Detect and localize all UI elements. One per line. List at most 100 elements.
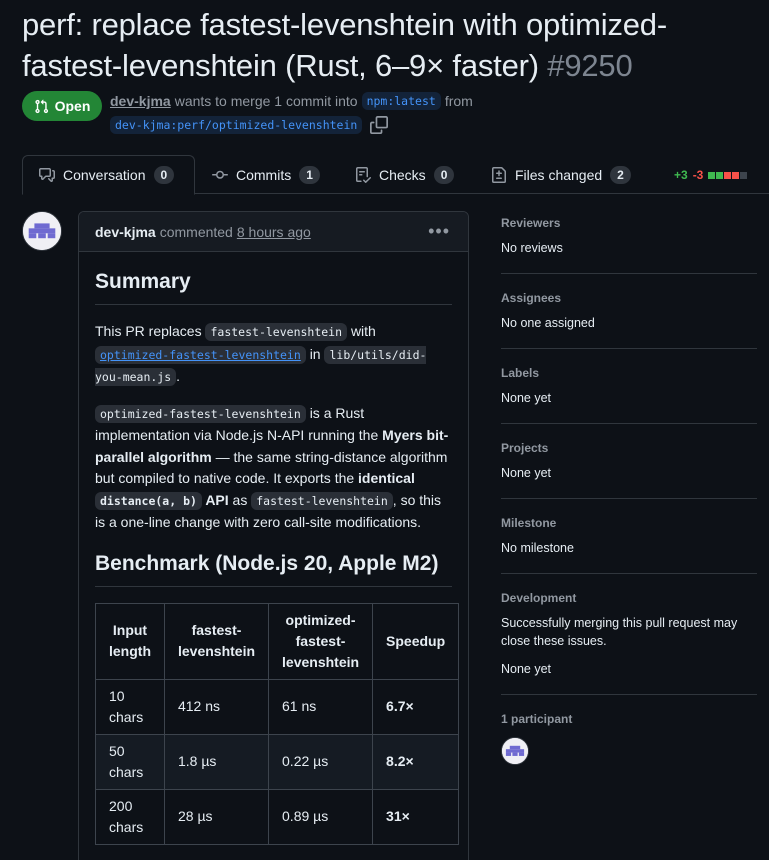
tab-checks-count: 0: [433, 165, 455, 184]
identicon-icon: [23, 212, 61, 250]
git-pull-request-icon: [35, 99, 48, 113]
tab-conversation-count: 0: [153, 166, 175, 184]
copy-icon[interactable]: [370, 116, 389, 134]
table-cell: 412 ns: [163, 678, 270, 735]
sidebar-participants: 1 participant: [501, 695, 757, 765]
description-paragraph: optimized-fastest-levenshtein is a Rust …: [95, 403, 452, 534]
pr-number: #9250: [547, 48, 633, 83]
comment-discussion-icon: [39, 168, 55, 182]
text: with: [350, 323, 376, 339]
file-diff-icon: [492, 166, 506, 183]
sidebar-reviewers[interactable]: Reviewers No reviews: [501, 211, 757, 274]
text: as: [232, 491, 248, 508]
pr-tabs: Conversation 0 Commits 1 Checks 0 Files …: [22, 155, 769, 195]
sidebar-heading[interactable]: Labels: [501, 365, 757, 381]
inline-code: optimized-fastest-levenshtein: [95, 404, 306, 423]
inline-code: fastest-levenshtein: [251, 491, 393, 510]
table-cell: 50 chars: [95, 733, 165, 790]
sidebar-heading[interactable]: Assignees: [501, 290, 757, 306]
kebab-horizontal-icon[interactable]: •••: [428, 222, 450, 240]
comment-verb: commented: [159, 223, 233, 240]
checklist-icon: [356, 166, 371, 183]
tab-conversation-label: Conversation: [63, 167, 146, 183]
summary-heading: Summary: [95, 268, 452, 305]
table-cell: 61 ns: [268, 678, 374, 735]
pr-title: perf: replace fastest-levenshtein with o…: [22, 4, 762, 86]
diffstat-block-del: [732, 171, 740, 179]
table-header-row: Input length fastest-levenshtein optimiz…: [95, 602, 460, 680]
pr-state-badge: Open: [22, 91, 102, 121]
sidebar-heading[interactable]: Development: [501, 590, 757, 606]
tab-checks-label: Checks: [379, 166, 426, 183]
tab-files-changed-label: Files changed: [515, 166, 603, 183]
comment-author[interactable]: dev-kjma: [95, 224, 156, 240]
pr-merge-info: dev-kjma wants to merge 1 commit into np…: [110, 91, 473, 111]
table-cell: 200 chars: [95, 788, 165, 845]
diffstat-block-neutral: [740, 171, 748, 179]
text: .: [176, 368, 181, 384]
base-branch[interactable]: npm:latest: [361, 92, 441, 110]
sidebar-heading[interactable]: Milestone: [501, 515, 757, 531]
table-header: Speedup: [372, 602, 460, 680]
pr-sidebar: Reviewers No reviews Assignees No one as…: [501, 211, 757, 765]
comment-author-avatar[interactable]: [22, 211, 62, 251]
inline-code: optimized-fastest-levenshtein: [95, 345, 306, 364]
sidebar-value: No milestone: [501, 541, 574, 555]
sidebar-value: None yet: [501, 466, 552, 480]
merge-text: wants to merge 1 commit into: [174, 93, 358, 109]
package-link[interactable]: optimized-fastest-levenshtein: [95, 345, 306, 364]
pr-head-info: dev-kjma:perf/optimized-levenshtein: [110, 114, 389, 136]
diffstat-blocks: [708, 171, 748, 179]
tab-files-changed-count: 2: [610, 165, 631, 184]
text: in: [309, 345, 321, 362]
table-row: 10 chars 412 ns 61 ns 6.7×: [95, 678, 460, 735]
table-cell: 6.7×: [372, 678, 460, 735]
table-row: 200 chars 28 µs 0.89 µs 31×: [95, 788, 460, 845]
sidebar-milestone[interactable]: Milestone No milestone: [501, 499, 757, 574]
sidebar-projects[interactable]: Projects None yet: [501, 424, 757, 499]
sidebar-value: None yet: [501, 391, 552, 405]
tab-conversation[interactable]: Conversation 0: [22, 155, 195, 195]
benchmark-table: Input length fastest-levenshtein optimiz…: [95, 602, 460, 845]
table-header: optimized-fastest-levenshtein: [268, 602, 374, 680]
sidebar-value: No one assigned: [501, 316, 595, 330]
sidebar-value: Successfully merging this pull request m…: [501, 616, 738, 648]
inline-code: distance(a, b): [95, 491, 202, 510]
sidebar-value: None yet: [501, 662, 552, 676]
pr-description-comment: dev-kjma commented 8 hours ago ••• Summa…: [78, 211, 469, 860]
sidebar-development[interactable]: Development Successfully merging this pu…: [501, 574, 757, 695]
sidebar-heading: 1 participant: [501, 712, 573, 726]
table-cell: 31×: [372, 788, 460, 845]
diffstat-deletions: -3: [692, 168, 704, 182]
sidebar-heading[interactable]: Reviewers: [501, 215, 757, 231]
table-cell: 0.89 µs: [268, 788, 374, 845]
tab-commits-label: Commits: [236, 166, 292, 183]
comment-header: dev-kjma commented 8 hours ago •••: [79, 212, 468, 252]
sidebar-value: No reviews: [501, 241, 563, 255]
table-cell: 10 chars: [95, 678, 165, 735]
table-cell: 8.2×: [372, 733, 460, 790]
text: This PR replaces: [95, 323, 202, 339]
sidebar-heading[interactable]: Projects: [501, 440, 757, 456]
diffstat-additions: +3: [674, 168, 688, 182]
table-header: fastest-levenshtein: [163, 602, 270, 680]
head-branch[interactable]: dev-kjma:perf/optimized-levenshtein: [110, 116, 363, 134]
participant-avatar[interactable]: [501, 737, 529, 765]
summary-paragraph: This PR replaces fastest-levenshtein wit…: [95, 321, 452, 389]
sidebar-labels[interactable]: Labels None yet: [501, 349, 757, 424]
table-cell: 28 µs: [163, 788, 270, 845]
diffstat-block-add: [716, 171, 724, 179]
git-commit-icon: [212, 170, 228, 179]
table-row: 50 chars 1.8 µs 0.22 µs 8.2×: [95, 733, 460, 790]
diffstat-block-add: [708, 171, 716, 179]
comment-body: Summary This PR replaces fastest-levensh…: [79, 252, 468, 845]
tab-commits[interactable]: Commits 1: [212, 155, 320, 194]
tab-checks[interactable]: Checks 0: [355, 155, 455, 194]
tab-files-changed[interactable]: Files changed 2: [491, 155, 631, 194]
sidebar-assignees[interactable]: Assignees No one assigned: [501, 274, 757, 349]
table-header: Input length: [95, 602, 165, 680]
pr-author-link[interactable]: dev-kjma: [110, 93, 171, 109]
comment-timestamp[interactable]: 8 hours ago: [237, 224, 311, 240]
text: identical: [358, 470, 415, 486]
table-cell: 1.8 µs: [163, 733, 270, 790]
